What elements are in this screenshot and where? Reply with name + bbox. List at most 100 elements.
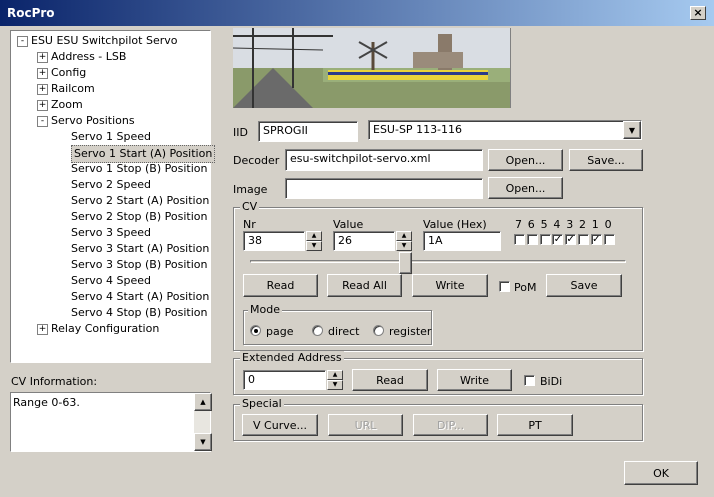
tree-item[interactable]: Railcom [51,81,95,97]
close-button[interactable]: × [690,6,706,20]
spin-down-icon[interactable]: ▼ [306,241,322,251]
bit-checkbox[interactable] [603,234,615,245]
cv-write-button[interactable]: Write [412,274,488,297]
cv-group-label: CV [240,200,260,213]
bidi-checkbox[interactable] [524,375,535,386]
scroll-up-icon[interactable]: ▲ [194,393,212,411]
tree-item[interactable]: ESU ESU Switchpilot Servo [31,33,177,49]
decoder-file-field[interactable]: esu-switchpilot-servo.xml [285,149,483,171]
spin-up-icon[interactable]: ▲ [327,370,343,380]
spin-down-icon[interactable]: ▼ [396,241,412,251]
chevron-down-icon[interactable]: ▼ [623,121,641,139]
decoder-tree[interactable]: - ESU ESU Switchpilot Servo + Address - LSB… [10,30,216,363]
url-button[interactable]: URL [328,414,403,436]
pom-checkbox[interactable] [499,281,510,292]
extended-address-field[interactable]: 0 [243,370,326,390]
dip-button[interactable]: DIP... [413,414,488,436]
tree-item[interactable]: Config [51,65,86,81]
pom-label: PoM [514,281,537,294]
tree-item[interactable]: Servo 4 Start (A) Position [71,289,209,305]
spin-up-icon[interactable]: ▲ [306,231,322,241]
expand-icon[interactable]: + [37,100,48,111]
mode-radio-direct[interactable] [312,325,323,336]
window-title: RocPro [7,6,55,20]
special-group-label: Special [240,397,284,410]
v-curve-button[interactable]: V Curve... [242,414,318,436]
expand-icon[interactable]: + [37,52,48,63]
tree-item[interactable]: Servo 1 Stop (B) Position [71,161,207,177]
cv-nr-label: Nr [243,218,256,231]
cv-save-button[interactable]: Save [546,274,622,297]
collapse-icon[interactable]: - [17,36,28,47]
iid-field[interactable]: SPROGII [258,121,358,142]
ok-button[interactable]: OK [624,461,698,485]
bit-checkbox[interactable] [526,234,538,245]
cv-hex-field[interactable]: 1A [423,231,501,251]
cv-nr-field[interactable]: 38 [243,231,305,251]
expand-icon[interactable]: + [37,84,48,95]
pt-button[interactable]: PT [497,414,573,436]
device-select-value: ESU-SP 113-116 [373,123,463,136]
expand-icon[interactable]: + [37,68,48,79]
mode-label: direct [328,325,360,338]
cv-information-text: Range 0-63. [13,396,80,409]
tree-item[interactable]: Servo 3 Speed [71,225,151,241]
image-field[interactable] [285,178,483,199]
bit-checkbox[interactable]: ✓ [565,234,577,245]
image-open-button[interactable]: Open... [488,177,563,199]
scrollbar[interactable]: ▲ ▼ [194,393,212,451]
tree-item[interactable]: Servo 2 Speed [71,177,151,193]
tree-item[interactable]: Servo Positions [51,113,135,129]
tree-item[interactable]: Servo 4 Speed [71,273,151,289]
cv-hex-label: Value (Hex) [423,218,487,231]
bit-checkbox[interactable] [514,234,525,245]
extended-address-label: Extended Address [240,351,344,364]
cv-read-button[interactable]: Read [243,274,318,297]
bit-label: 6 [527,218,535,231]
bidi-label: BiDi [540,375,563,388]
title-bar: RocPro [0,0,714,26]
tree-item[interactable]: Zoom [51,97,83,113]
decoder-save-button[interactable]: Save... [569,149,643,171]
slider-thumb[interactable] [399,252,413,274]
tree-item[interactable]: Servo 3 Start (A) Position [71,241,209,257]
image-label: Image [233,183,268,196]
scroll-down-icon[interactable]: ▼ [194,433,212,451]
decoder-label: Decoder [233,154,280,167]
collapse-icon[interactable]: - [37,116,48,127]
tree-item[interactable]: Servo 3 Stop (B) Position [71,257,207,273]
tree-item[interactable]: Address - LSB [51,49,126,65]
iid-label: IID [233,126,248,139]
mode-radio-page[interactable] [250,325,261,336]
tree-item[interactable]: Servo 2 Start (A) Position [71,193,209,209]
bit-label: 5 [540,218,548,231]
ext-write-button[interactable]: Write [437,369,512,391]
bit-checkbox[interactable] [539,234,551,245]
spin-up-icon[interactable]: ▲ [396,231,412,241]
extended-address-spinner[interactable]: ▲ ▼ [327,370,343,390]
decoder-picture [233,28,511,108]
cv-slider[interactable] [250,252,626,274]
bit-label: 4 [553,218,561,231]
ext-read-button[interactable]: Read [352,369,428,391]
cv-value-field[interactable]: 26 [333,231,395,251]
bit-label: 3 [566,218,574,231]
spin-down-icon[interactable]: ▼ [327,380,343,390]
cv-information-box[interactable]: Range 0-63. ▲ ▼ [10,392,212,452]
bit-checkbox[interactable]: ✓ [552,234,564,245]
bit-checkbox[interactable] [578,234,589,245]
mode-label: page [266,325,294,338]
device-select[interactable]: ESU-SP 113-116 ▼ [368,120,642,140]
cv-read-all-button[interactable]: Read All [327,274,402,297]
tree-item[interactable]: Servo 1 Speed [71,129,151,145]
cv-value-spinner[interactable]: ▲ ▼ [396,231,412,251]
tree-item[interactable]: Relay Configuration [51,321,159,337]
bit-checkbox[interactable]: ✓ [590,234,602,245]
tree-item[interactable]: Servo 4 Stop (B) Position [71,305,207,321]
mode-radio-register[interactable] [373,325,384,336]
expand-icon[interactable]: + [37,324,48,335]
tree-item[interactable]: Servo 2 Stop (B) Position [71,209,207,225]
bit-label: 1 [591,218,599,231]
cv-nr-spinner[interactable]: ▲ ▼ [306,231,322,251]
decoder-open-button[interactable]: Open... [488,149,563,171]
